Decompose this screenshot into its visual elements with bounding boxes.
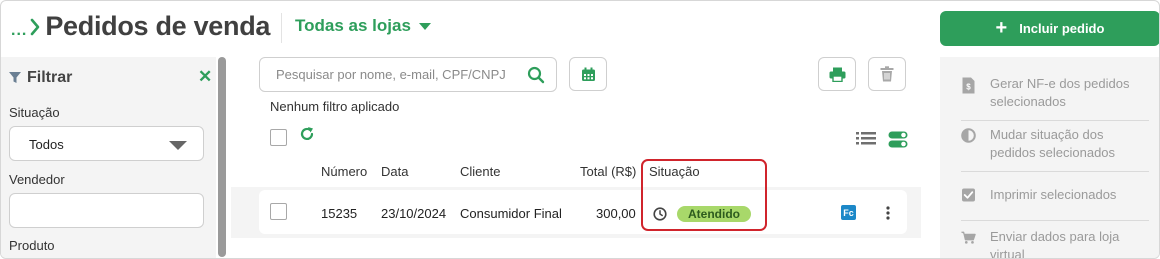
divider: [961, 220, 1149, 221]
situacao-select[interactable]: Todos: [9, 126, 204, 161]
situacao-select-value: Todos: [29, 137, 64, 152]
action-send-to-store[interactable]: Enviar dados para loja virtual: [961, 228, 1140, 259]
action-label: Gerar NF-e dos pedidos selecionados: [990, 76, 1130, 109]
column-header-data[interactable]: Data: [381, 164, 408, 179]
delete-button[interactable]: [868, 57, 906, 91]
cell-numero: 15235: [321, 206, 358, 221]
app-frame: ... Pedidos de venda Todas as lojas + In…: [0, 0, 1160, 259]
vendedor-label: Vendedor: [9, 172, 65, 187]
funnel-icon: [9, 72, 21, 83]
half-circle-icon: [961, 128, 976, 143]
plus-icon: +: [995, 16, 1008, 39]
caret-down-icon: [169, 141, 187, 150]
situacao-highlight-box: [641, 159, 767, 231]
search-box: [259, 57, 557, 92]
select-all-checkbox[interactable]: [270, 129, 287, 146]
breadcrumb: ... Pedidos de venda: [11, 11, 270, 42]
include-order-label: Incluir pedido: [1019, 21, 1105, 36]
include-order-button[interactable]: + Incluir pedido: [940, 11, 1159, 46]
action-print-selected[interactable]: Imprimir selecionados: [961, 186, 1140, 204]
filter-heading: Filtrar: [9, 69, 72, 87]
column-header-total[interactable]: Total (R$): [580, 164, 636, 179]
invoice-icon: $: [962, 77, 975, 94]
chevron-right-icon: [31, 18, 40, 35]
close-filter-icon[interactable]: ✕: [198, 67, 212, 87]
row-checkbox[interactable]: [270, 203, 287, 220]
toggle-view-icon[interactable]: [888, 131, 908, 148]
nfe-status-icon[interactable]: Fc: [841, 205, 856, 220]
svg-text:$: $: [966, 83, 971, 92]
action-label: Imprimir selecionados: [990, 187, 1117, 202]
date-filter-button[interactable]: [569, 57, 607, 91]
action-generate-nfe[interactable]: $ Gerar NF-e dos pedidos selecionados: [961, 75, 1140, 111]
cart-icon: [961, 231, 976, 244]
filter-title: Filtrar: [27, 69, 73, 86]
calendar-icon: [581, 67, 595, 81]
situacao-label: Situação: [9, 105, 60, 120]
store-selector[interactable]: Todas as lojas: [295, 16, 431, 36]
page-title: Pedidos de venda: [45, 11, 271, 41]
search-input[interactable]: [276, 67, 516, 82]
printer-icon: [829, 67, 845, 82]
refresh-icon[interactable]: [299, 126, 315, 142]
column-header-numero[interactable]: Número: [321, 164, 367, 179]
header-divider: [281, 13, 282, 43]
trash-icon: [880, 66, 894, 82]
breadcrumb-dots[interactable]: ...: [11, 22, 27, 40]
print-button[interactable]: [818, 57, 856, 91]
caret-down-icon: [418, 22, 431, 30]
cell-data: 23/10/2024: [381, 206, 447, 221]
produto-label: Produto: [9, 238, 55, 253]
cell-total: 300,00: [596, 206, 636, 221]
column-header-cliente[interactable]: Cliente: [460, 164, 500, 179]
filter-status-text: Nenhum filtro aplicado: [270, 99, 400, 114]
search-icon[interactable]: [527, 66, 545, 84]
vendedor-field[interactable]: [9, 193, 204, 228]
store-selector-label: Todas as lojas: [295, 16, 411, 35]
checkbox-icon: [962, 188, 975, 202]
list-view-icon[interactable]: [856, 131, 876, 146]
more-options-icon[interactable]: [885, 206, 891, 220]
action-label: Enviar dados para loja virtual: [990, 229, 1120, 259]
action-label: Mudar situação dos pedidos selecionados: [990, 127, 1116, 160]
divider: [961, 171, 1149, 172]
action-change-status[interactable]: Mudar situação dos pedidos selecionados: [961, 126, 1140, 162]
divider: [961, 120, 1149, 121]
filter-scrollbar[interactable]: [218, 57, 226, 257]
cell-cliente: Consumidor Final: [460, 206, 562, 221]
